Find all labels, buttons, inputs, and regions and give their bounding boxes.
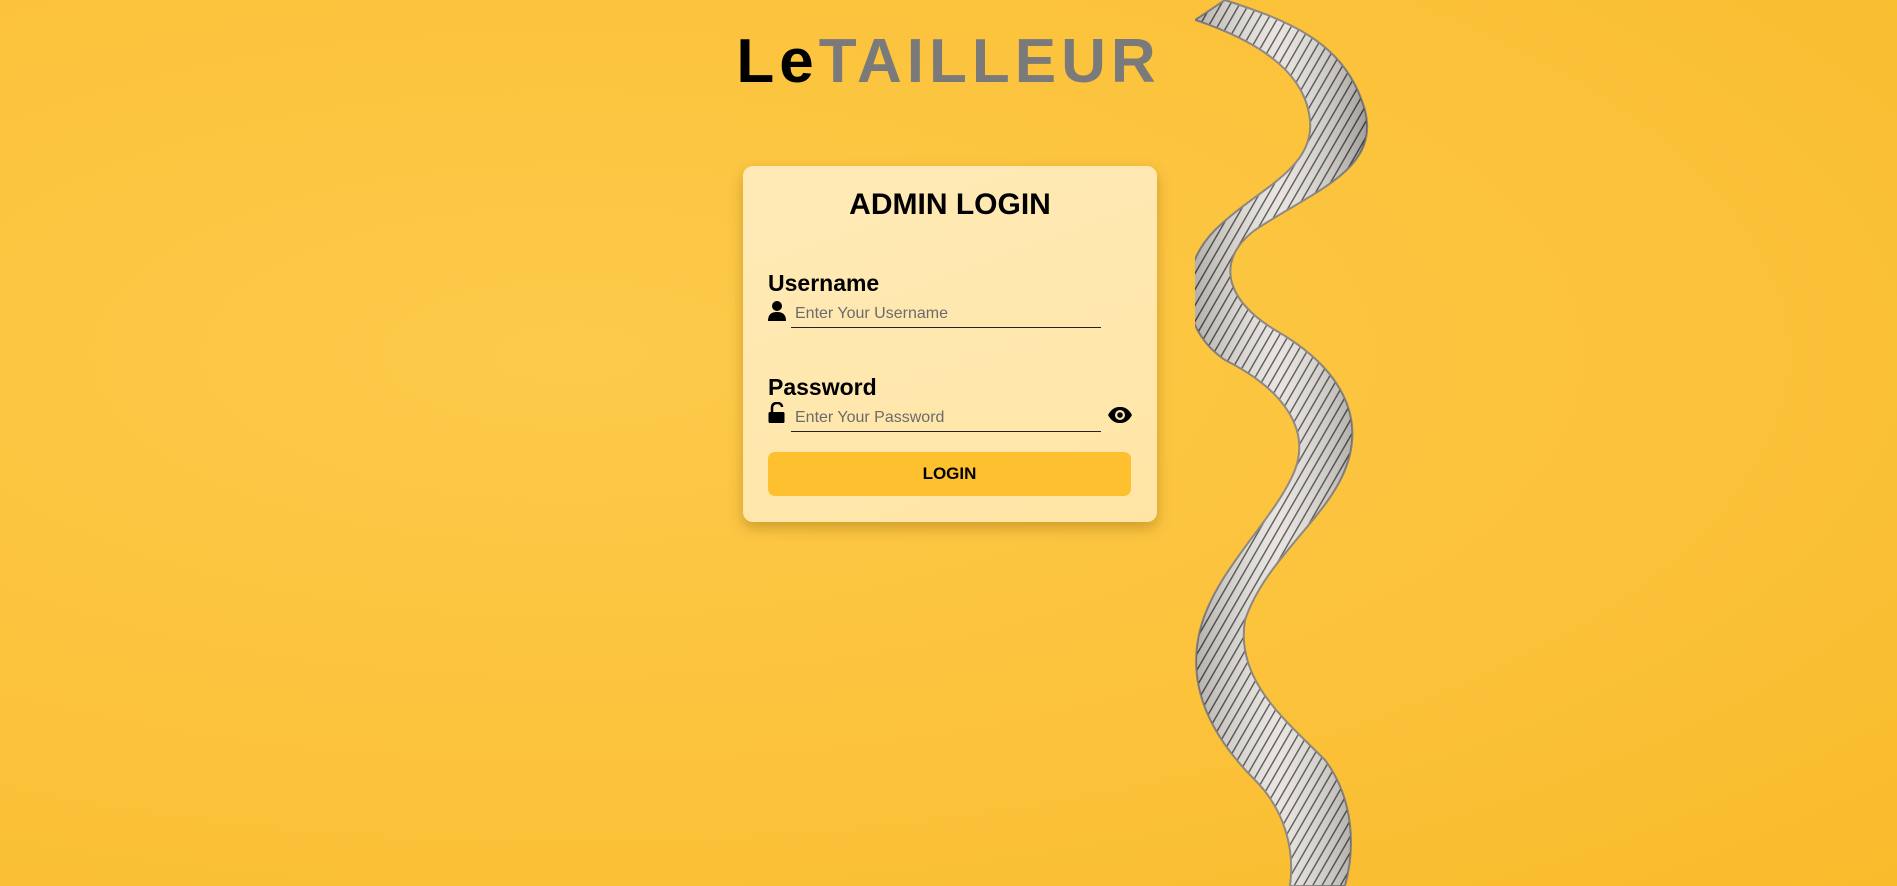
login-button[interactable]: LOGIN [768,452,1131,496]
unlock-icon [767,401,787,424]
user-icon [767,300,787,322]
password-label: Password [768,374,877,400]
logo-part-tailleur: TAILLEUR [818,27,1161,96]
login-title: ADMIN LOGIN [849,188,1051,221]
password-input[interactable] [791,404,1101,432]
login-card: ADMIN LOGIN Username Password LOGIN [743,166,1157,522]
brand-logo: LeTAILLEUR [0,26,1897,98]
measuring-tape-decoration [1195,0,1455,886]
logo-part-le: Le [736,27,819,96]
username-label: Username [768,270,880,296]
eye-icon[interactable] [1107,406,1133,424]
username-input[interactable] [791,300,1101,328]
